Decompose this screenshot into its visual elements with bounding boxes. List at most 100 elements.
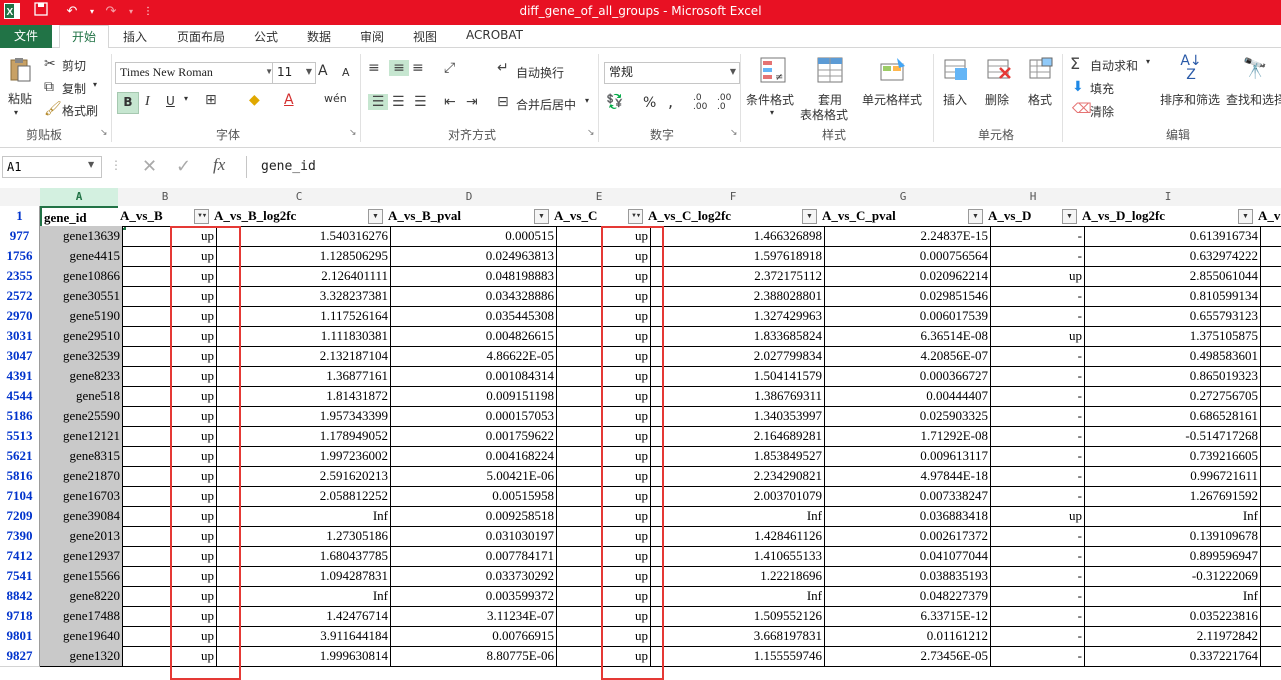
row-header[interactable]: 7390: [0, 526, 40, 547]
cell-a-vs-c-pval[interactable]: 0.009613117: [820, 446, 991, 467]
filter-dropdown-icon[interactable]: ▼: [802, 209, 817, 224]
cell-a-vs-d-log2fc[interactable]: 0.272756705: [1080, 386, 1261, 407]
header-cell-a-vs-d-log2fc[interactable]: A_vs_D_log2fc ▼: [1080, 206, 1261, 227]
cell-a-vs-b-pval[interactable]: 0.035445308: [386, 306, 557, 327]
cell-a-vs-d[interactable]: -: [986, 566, 1085, 587]
row-header[interactable]: 9801: [0, 626, 40, 647]
format-painter-icon[interactable]: 🖌: [44, 101, 62, 117]
cell-a-vs-d[interactable]: -: [986, 606, 1085, 627]
format-cells-icon[interactable]: [1027, 56, 1055, 84]
column-header-d[interactable]: D: [386, 188, 553, 207]
cell-a-vs-extra[interactable]: [1256, 326, 1281, 347]
header-cell-a-vs-c-pval[interactable]: A_vs_C_pval ▼: [820, 206, 991, 227]
sort-filter-icon[interactable]: A↓ Z: [1176, 54, 1206, 82]
cell-a-vs-c-pval[interactable]: 0.002617372: [820, 526, 991, 547]
column-header-partial[interactable]: [1256, 188, 1281, 207]
cell-a-vs-b-pval[interactable]: 0.00515958: [386, 486, 557, 507]
filter-dropdown-icon[interactable]: ▼: [968, 209, 983, 224]
cell-a-vs-c-log2fc[interactable]: 1.410655133: [646, 546, 825, 567]
cell-a-vs-d-log2fc[interactable]: 0.139109678: [1080, 526, 1261, 547]
cell-gene-id[interactable]: gene10866: [40, 266, 123, 287]
name-box-dropdown-icon[interactable]: ▼: [88, 160, 94, 169]
cell-gene-id[interactable]: gene30551: [40, 286, 123, 307]
cell-a-vs-b-pval[interactable]: 4.86622E-05: [386, 346, 557, 367]
font-size-dropdown-icon[interactable]: ▼: [306, 63, 312, 81]
column-header-i[interactable]: I: [1080, 188, 1257, 207]
tab-page-layout[interactable]: 页面布局: [177, 28, 225, 45]
cell-a-vs-d[interactable]: -: [986, 446, 1085, 467]
cell-gene-id[interactable]: gene5190: [40, 306, 123, 327]
cell-a-vs-b-pval[interactable]: 0.033730292: [386, 566, 557, 587]
cell-a-vs-d[interactable]: up: [986, 326, 1085, 347]
cell-a-vs-d-log2fc[interactable]: 0.899596947: [1080, 546, 1261, 567]
cell-a-vs-d[interactable]: -: [986, 286, 1085, 307]
cell-a-vs-c-log2fc[interactable]: 3.668197831: [646, 626, 825, 647]
conditional-dropdown-icon[interactable]: ▾: [770, 108, 774, 117]
row-header[interactable]: 5621: [0, 446, 40, 467]
format-painter-button[interactable]: 格式刷: [62, 102, 98, 119]
row-header[interactable]: 5186: [0, 406, 40, 427]
column-header-e[interactable]: E: [552, 188, 647, 207]
cell-a-vs-extra[interactable]: [1256, 566, 1281, 587]
cell-a-vs-b-pval[interactable]: 0.009258518: [386, 506, 557, 527]
cell-a-vs-d-log2fc[interactable]: Inf: [1080, 586, 1261, 607]
cell-a-vs-d-log2fc[interactable]: 0.498583601: [1080, 346, 1261, 367]
cancel-entry-icon[interactable]: ✕: [142, 156, 157, 177]
cell-a-vs-c-log2fc[interactable]: 2.003701079: [646, 486, 825, 507]
row-header[interactable]: 2355: [0, 266, 40, 287]
cell-a-vs-d-log2fc[interactable]: 0.686528161: [1080, 406, 1261, 427]
cell-a-vs-c-pval[interactable]: 0.007338247: [820, 486, 991, 507]
cell-styles-icon[interactable]: [878, 56, 908, 86]
conditional-format-button[interactable]: 条件格式: [746, 91, 794, 108]
cell-a-vs-b-pval[interactable]: 0.007784171: [386, 546, 557, 567]
paste-icon[interactable]: [8, 56, 32, 84]
cell-a-vs-d-log2fc[interactable]: 0.810599134: [1080, 286, 1261, 307]
format-as-table-icon[interactable]: [815, 56, 845, 86]
cell-a-vs-c-pval[interactable]: 0.041077044: [820, 546, 991, 567]
align-top-icon[interactable]: ≡: [368, 60, 380, 76]
header-cell-a-vs-b-log2fc[interactable]: A_vs_B_log2fc ▼: [212, 206, 391, 227]
cell-a-vs-extra[interactable]: [1256, 246, 1281, 267]
cell-a-vs-c-log2fc[interactable]: 1.428461126: [646, 526, 825, 547]
cell-a-vs-extra[interactable]: [1256, 406, 1281, 427]
row-header[interactable]: 5513: [0, 426, 40, 447]
alignment-launcher-icon[interactable]: ↘: [587, 128, 595, 138]
header-cell-a-vs-b[interactable]: A_vs_B ▼▾: [118, 206, 217, 227]
paste-button[interactable]: 粘贴: [8, 90, 32, 107]
header-cell-a-vs-c-log2fc[interactable]: A_vs_C_log2fc ▼: [646, 206, 825, 227]
eraser-icon[interactable]: ⌫: [1072, 101, 1092, 117]
row-header[interactable]: 7541: [0, 566, 40, 587]
cell-a-vs-d[interactable]: -: [986, 526, 1085, 547]
fill-color-icon[interactable]: ◆: [249, 92, 260, 108]
cell-a-vs-d-log2fc[interactable]: 2.11972842: [1080, 626, 1261, 647]
row-header[interactable]: 977: [0, 226, 40, 247]
conditional-format-icon[interactable]: ≠: [758, 56, 788, 86]
borders-icon[interactable]: ⊞: [205, 92, 217, 108]
cell-a-vs-c-pval[interactable]: 0.025903325: [820, 406, 991, 427]
autosum-dropdown-icon[interactable]: ▾: [1146, 57, 1150, 66]
cell-a-vs-b-pval[interactable]: 5.00421E-06: [386, 466, 557, 487]
column-header-g[interactable]: G: [820, 188, 987, 207]
cell-a-vs-c-pval[interactable]: 6.36514E-08: [820, 326, 991, 347]
row-header[interactable]: 7209: [0, 506, 40, 527]
copy-button[interactable]: 复制: [62, 80, 86, 97]
filter-dropdown-icon[interactable]: ▼: [1238, 209, 1253, 224]
cell-a-vs-c-log2fc[interactable]: 2.234290821: [646, 466, 825, 487]
filter-dropdown-icon[interactable]: ▼: [368, 209, 383, 224]
cell-a-vs-extra[interactable]: [1256, 426, 1281, 447]
cell-a-vs-b-pval[interactable]: 0.003599372: [386, 586, 557, 607]
cell-gene-id[interactable]: gene8315: [40, 446, 123, 467]
cell-gene-id[interactable]: gene2013: [40, 526, 123, 547]
font-launcher-icon[interactable]: ↘: [349, 128, 357, 138]
merge-center-icon[interactable]: ⊟: [497, 94, 509, 110]
cell-a-vs-c-log2fc[interactable]: 1.597618918: [646, 246, 825, 267]
insert-cells-button[interactable]: 插入: [943, 91, 967, 108]
fill-button[interactable]: 填充: [1090, 80, 1114, 97]
decrease-indent-icon[interactable]: ⇤: [444, 94, 456, 110]
cell-gene-id[interactable]: gene17488: [40, 606, 123, 627]
cell-a-vs-extra[interactable]: [1256, 286, 1281, 307]
cell-a-vs-b-pval[interactable]: 0.034328886: [386, 286, 557, 307]
cell-gene-id[interactable]: gene29510: [40, 326, 123, 347]
cell-a-vs-c-pval[interactable]: 4.97844E-18: [820, 466, 991, 487]
cell-a-vs-extra[interactable]: [1256, 586, 1281, 607]
